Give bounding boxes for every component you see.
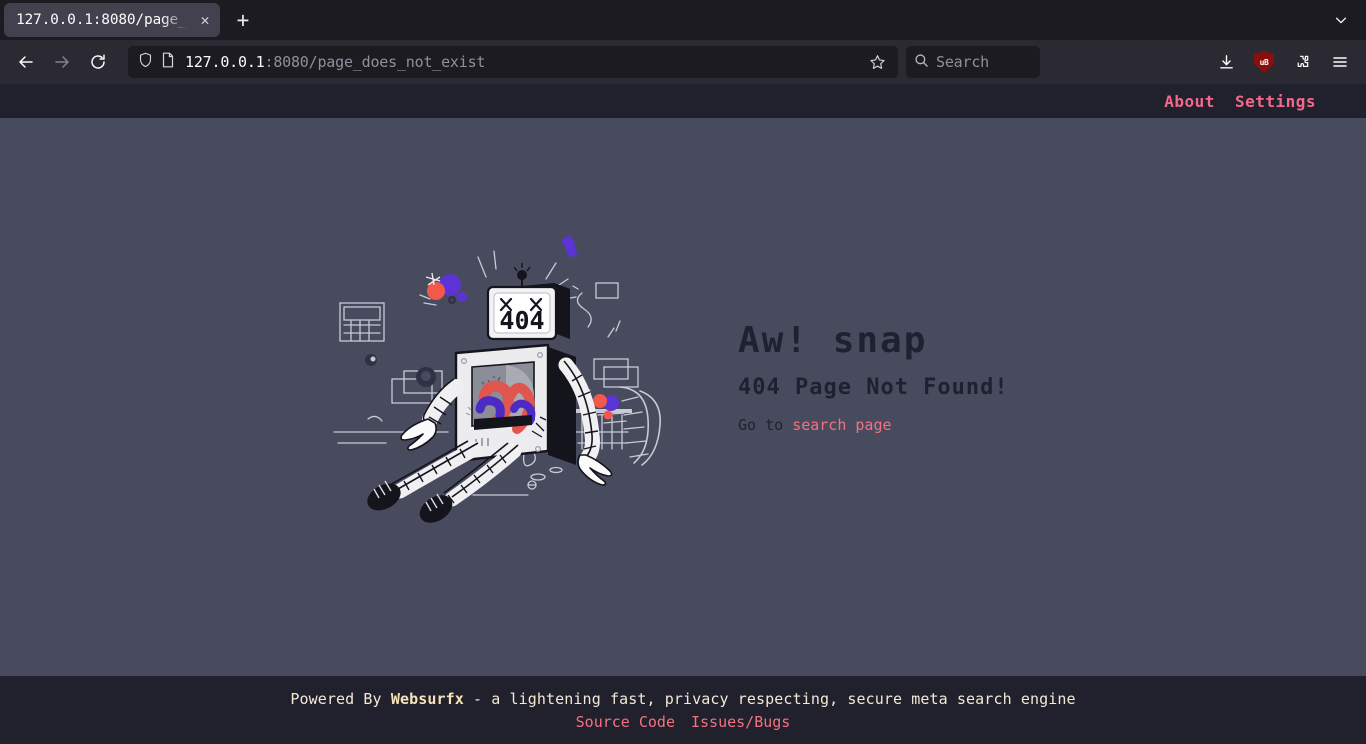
footer-link-source-code[interactable]: Source Code: [576, 713, 675, 731]
hamburger-menu-icon[interactable]: [1322, 46, 1358, 78]
error-content: 404 Aw! snap 404 Page Not Found! Go to s…: [0, 118, 1366, 676]
tab-strip: 127.0.0.1:8080/page_does_not_exist ✕ +: [0, 0, 1366, 40]
forward-arrow-icon: [44, 46, 80, 78]
page-title: Aw! snap: [738, 320, 928, 361]
goto-prefix: Go to: [738, 416, 793, 434]
new-tab-button[interactable]: +: [226, 3, 260, 37]
page-footer: Powered By Websurfx - a lightening fast,…: [0, 676, 1366, 744]
downloads-icon[interactable]: [1208, 46, 1244, 78]
address-bar-icons: [138, 52, 175, 72]
url-path: :8080/page_does_not_exist: [264, 53, 486, 71]
error-text-block: Aw! snap 404 Page Not Found! Go to searc…: [738, 320, 1038, 434]
reload-icon[interactable]: [80, 46, 116, 78]
footer-link-issues[interactable]: Issues/Bugs: [691, 713, 790, 731]
extensions-puzzle-icon[interactable]: [1284, 46, 1320, 78]
nav-link-settings[interactable]: Settings: [1235, 92, 1316, 111]
tagline-text: - a lightening fast, privacy respecting,…: [463, 689, 1076, 708]
goto-line: Go to search page: [738, 416, 1038, 434]
chevron-down-icon[interactable]: [1324, 3, 1358, 37]
ublock-badge-label: uB: [1259, 57, 1269, 67]
address-bar[interactable]: 127.0.0.1:8080/page_does_not_exist: [128, 46, 898, 78]
brand-name: Websurfx: [390, 689, 464, 708]
tab-title: 127.0.0.1:8080/page_does_not_exist: [16, 12, 194, 28]
tracking-protection-shield-icon[interactable]: [138, 52, 153, 72]
page-viewport: About Settings 404 Aw! snap 404 Page Not…: [0, 84, 1366, 744]
footer-tagline: Powered By Websurfx - a lightening fast,…: [290, 690, 1075, 708]
address-bar-url: 127.0.0.1:8080/page_does_not_exist: [185, 53, 862, 71]
browser-toolbar: 127.0.0.1:8080/page_does_not_exist Searc…: [0, 40, 1366, 84]
ublock-origin-shield-icon[interactable]: uB: [1246, 46, 1282, 78]
search-box[interactable]: Search: [906, 46, 1040, 78]
powered-prefix: Powered By: [290, 689, 391, 708]
bookmark-star-icon[interactable]: [862, 48, 892, 76]
robot-screen-text: 404: [499, 306, 544, 335]
error-subtitle: 404 Page Not Found!: [738, 375, 1009, 400]
browser-tab-active[interactable]: 127.0.0.1:8080/page_does_not_exist ✕: [4, 3, 220, 37]
back-arrow-icon[interactable]: [8, 46, 44, 78]
toolbar-right-icons: uB: [1208, 46, 1358, 78]
url-host: 127.0.0.1: [185, 53, 265, 71]
close-icon[interactable]: ✕: [194, 9, 216, 31]
footer-links: Source Code Issues/Bugs: [576, 713, 791, 731]
nav-link-about[interactable]: About: [1164, 92, 1215, 111]
search-input-placeholder: Search: [936, 53, 989, 71]
broken-robot-404-illustration: 404: [333, 235, 661, 523]
robot-legs: [367, 440, 522, 523]
page-info-icon[interactable]: [161, 52, 175, 72]
search-magnifier-icon: [914, 53, 929, 72]
search-page-link[interactable]: search page: [792, 416, 891, 434]
site-navigation: About Settings: [0, 84, 1366, 118]
robot-left-arm: [400, 378, 464, 451]
browser-window: 127.0.0.1:8080/page_does_not_exist ✕ +: [0, 0, 1366, 744]
